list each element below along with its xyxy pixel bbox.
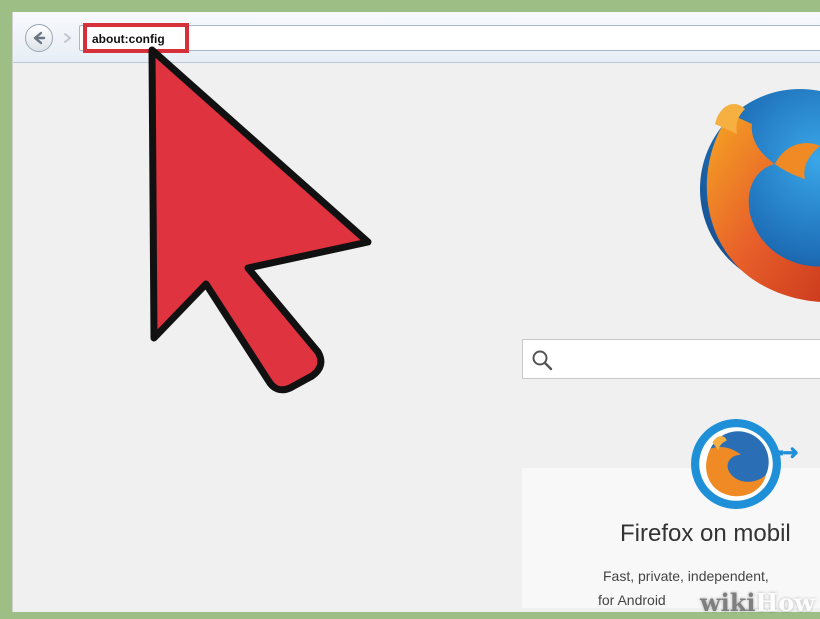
forward-button[interactable] [57, 28, 77, 48]
search-icon [532, 350, 553, 371]
navigation-toolbar: about:config [13, 12, 820, 63]
forward-arrow-icon [64, 33, 72, 43]
back-button[interactable] [25, 24, 53, 52]
promo-title: Firefox on mobil [620, 520, 791, 547]
wikihow-watermark: wikiHow [700, 588, 815, 617]
url-highlight-box [83, 23, 189, 53]
watermark-part2: How [755, 588, 815, 617]
address-bar[interactable]: about:config [79, 25, 820, 51]
promo-description-line1: Fast, private, independent, [603, 568, 769, 584]
sync-arrows-icon: ▪▪➜ [772, 442, 799, 464]
search-box[interactable] [522, 339, 820, 379]
firefox-logo [700, 89, 820, 302]
promo-description-line2: for Android [598, 592, 666, 608]
back-arrow-icon [33, 31, 46, 45]
watermark-part1: wiki [700, 588, 756, 617]
firefox-small-logo [691, 419, 781, 509]
